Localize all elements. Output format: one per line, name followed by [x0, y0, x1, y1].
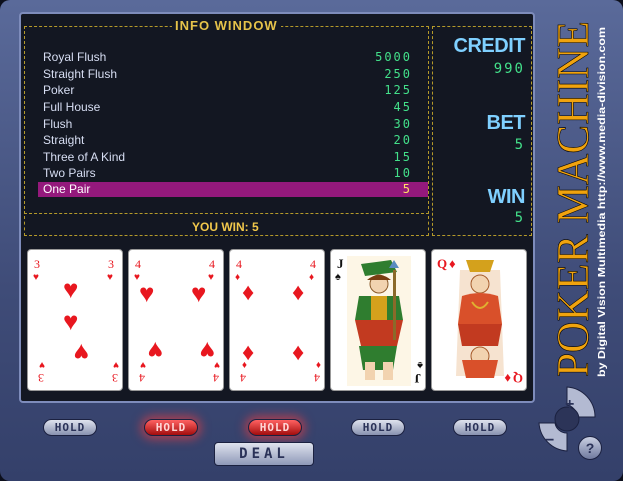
paytable-row: Two Pairs 10	[38, 166, 428, 181]
card-rank: 4	[240, 371, 246, 385]
card-rank: 4	[213, 371, 219, 385]
win-value: 5	[514, 210, 525, 226]
paytable-row-highlighted: One Pair 5	[38, 182, 428, 197]
card-1[interactable]: 3 ♥ 3 ♥ ♥ ♥ ♥ 3 ♥ 3 ♥	[27, 249, 123, 391]
card-suit-small: ♥	[107, 272, 113, 283]
queen-figure-icon	[456, 260, 504, 378]
card-suit-small: ♦	[504, 371, 511, 386]
card-rank: 3	[34, 257, 40, 271]
credit-value: 990	[493, 61, 525, 77]
heart-icon: ♥	[200, 336, 215, 366]
win-label: WIN	[487, 186, 526, 208]
card-rank: 3	[112, 371, 118, 385]
brand-title-text: POKER MACHINE	[547, 21, 598, 377]
hold-button-2[interactable]: HOLD	[144, 419, 198, 436]
paytable-row: Poker 125	[38, 83, 428, 98]
heart-icon: ♥	[74, 338, 89, 368]
card-suit-small: ♥	[214, 359, 220, 370]
card-suit-small: ♠	[335, 271, 341, 283]
heart-icon: ♥	[63, 274, 78, 304]
paytable-row: Full House 45	[38, 100, 428, 115]
hand-name: Three of A Kind	[43, 150, 126, 164]
paytable-row: Straight Flush 250	[38, 67, 428, 82]
card-suit-small: ♥	[113, 359, 119, 370]
diamond-icon: ♦	[292, 339, 304, 366]
card-suit-small: ♠	[417, 359, 423, 371]
hold-button-3[interactable]: HOLD	[248, 419, 302, 436]
card-2[interactable]: 4 ♥ 4 ♥ ♥ ♥ ♥ ♥ 4 ♥ 4 ♥	[128, 249, 224, 391]
diamond-icon: ♦	[242, 279, 254, 306]
hold-button-5[interactable]: HOLD	[453, 419, 507, 436]
hold-button-4[interactable]: HOLD	[351, 419, 405, 436]
deal-button[interactable]: DEAL	[214, 442, 314, 466]
brand-title: POKER MACHINE by Digital Vision Multimed…	[547, 21, 608, 378]
card-suit-small: ♦	[449, 256, 456, 271]
card-suit-small: ♥	[208, 272, 214, 283]
paytable-row: Flush 30	[38, 117, 428, 132]
hand-name: Straight	[43, 133, 85, 147]
hand-name: Straight Flush	[43, 67, 118, 81]
hand-payout: 10	[393, 166, 412, 180]
hand-name: One Pair	[43, 182, 91, 196]
poker-machine: INFO WINDOW Royal Flush 5000 Straight Fl…	[0, 0, 623, 481]
hand-name: Royal Flush	[43, 50, 107, 64]
paytable-row: Royal Flush 5000	[38, 50, 428, 65]
jack-figure-icon	[347, 256, 411, 386]
bet-label: BET	[486, 112, 526, 134]
card-rank: Q	[513, 371, 523, 386]
card-rank: 4	[314, 371, 320, 385]
card-suit-small: ♥	[39, 359, 45, 370]
hand-payout: 30	[393, 117, 412, 131]
paytable-row: Straight 20	[38, 133, 428, 148]
hand-payout: 250	[384, 67, 412, 81]
hand-name: Two Pairs	[43, 166, 96, 180]
heart-icon: ♥	[63, 306, 78, 336]
hand-payout: 15	[393, 150, 412, 164]
hold-button-1[interactable]: HOLD	[43, 419, 97, 436]
card-5[interactable]: Q ♦ Q ♦	[431, 249, 527, 391]
info-window-title: INFO WINDOW	[172, 18, 281, 33]
help-button[interactable]: ?	[578, 436, 602, 460]
card-3[interactable]: 4 ♦ 4 ♦ ♦ ♦ ♦ ♦ 4 ♦ 4 ♦	[229, 249, 325, 391]
you-win-text: YOU WIN: 5	[192, 220, 259, 234]
plus-icon[interactable]: +	[565, 396, 574, 413]
hand-name: Flush	[43, 117, 73, 131]
heart-icon: ♥	[148, 336, 163, 366]
card-4[interactable]: J ♠ J ♠	[330, 249, 426, 391]
hand-payout: 5000	[375, 50, 412, 64]
card-rank: J	[337, 256, 344, 271]
hand-name: Poker	[43, 83, 75, 97]
hand-payout: 20	[393, 133, 412, 147]
credit-label: CREDIT	[453, 35, 526, 57]
card-suit-small: ♦	[316, 359, 321, 370]
paytable-row: Three of A Kind 15	[38, 150, 428, 165]
card-suit-small: ♥	[140, 359, 146, 370]
card-suit-small: ♥	[33, 272, 39, 283]
card-rank: 4	[310, 257, 316, 271]
card-rank: J	[414, 371, 421, 386]
hand-payout: 125	[384, 83, 412, 97]
card-rank: 3	[108, 257, 114, 271]
card-rank: 4	[236, 257, 242, 271]
card-rank: 4	[135, 257, 141, 271]
card-rank: Q	[437, 256, 447, 271]
minus-icon[interactable]: −	[545, 432, 554, 449]
card-rank: 4	[139, 371, 145, 385]
card-suit-small: ♦	[235, 272, 240, 283]
heart-icon: ♥	[191, 278, 206, 308]
card-suit-small: ♦	[309, 272, 314, 283]
card-rank: 4	[209, 257, 215, 271]
card-rank: 3	[38, 371, 44, 385]
heart-icon: ♥	[139, 278, 154, 308]
hand-payout: 5	[402, 182, 412, 196]
card-suit-small: ♦	[242, 359, 247, 370]
brand-subtitle-text: by Digital Vision Multimedia http://www.…	[597, 27, 608, 377]
diamond-icon: ♦	[292, 279, 304, 306]
hand-name: Full House	[43, 100, 101, 114]
hand-payout: 45	[393, 100, 412, 114]
bet-value: 5	[514, 137, 525, 153]
